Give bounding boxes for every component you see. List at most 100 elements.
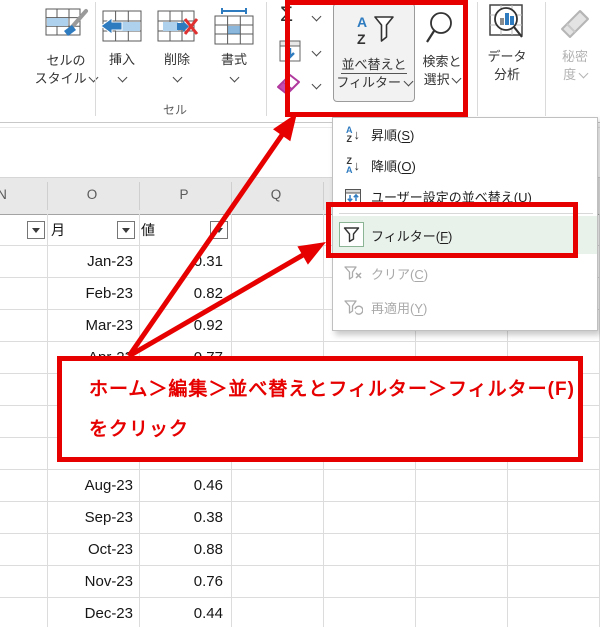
menu-item-filter[interactable]: フィルター(F) xyxy=(333,216,597,254)
clear-filter-icon xyxy=(342,263,364,285)
cell-styles-label-line1: セルの xyxy=(46,52,85,70)
menu-item-custom-sort[interactable]: ユーザー設定の並べ替え(U) xyxy=(333,181,597,212)
autosum-icon: Σ xyxy=(280,3,293,26)
group-divider xyxy=(95,2,96,116)
header-cell-month[interactable]: 月 xyxy=(51,214,65,246)
chevron-down-icon xyxy=(229,73,239,83)
col-separator xyxy=(139,182,140,210)
format-cells-icon xyxy=(212,8,256,51)
ribbon: セルの スタイル 挿入 xyxy=(0,0,600,128)
cell-month[interactable]: Aug-23 xyxy=(47,470,133,502)
chevron-down-icon xyxy=(578,69,588,79)
cell-styles-button[interactable]: セルの スタイル xyxy=(30,3,102,88)
fill-button[interactable] xyxy=(279,40,301,67)
find-select-button[interactable]: 検索と 選択 xyxy=(414,3,470,100)
table-row[interactable]: Sep-23 0.38 xyxy=(0,502,600,534)
col-separator xyxy=(323,182,324,210)
cell-value[interactable]: 0.76 xyxy=(139,566,223,598)
table-row[interactable]: Oct-23 0.88 xyxy=(0,534,600,566)
sensitivity-label-line2: 度 xyxy=(563,67,576,82)
filter-dropdown-button-value[interactable] xyxy=(210,221,228,239)
menu-item-sort-descending[interactable]: ZA↓ 降順(O) xyxy=(333,150,597,181)
chevron-down-icon xyxy=(172,73,182,83)
menu-item-reapply-filter: 再適用(Y) xyxy=(333,292,597,323)
table-row[interactable]: Aug-23 0.46 xyxy=(0,470,600,502)
header-cell-value[interactable]: 値 xyxy=(141,214,155,246)
dropdown-arrow-icon xyxy=(122,228,130,233)
autosum-button[interactable]: Σ xyxy=(280,4,293,26)
annotation-callout: ホーム＞編集＞並べ替えとフィルター＞フィルター(F) をクリック xyxy=(57,356,583,462)
sort-ascending-icon: AZ↓ xyxy=(342,124,364,146)
cell-value[interactable]: 0.44 xyxy=(139,598,223,627)
sensitivity-icon xyxy=(554,3,596,48)
cell-month[interactable]: Jan-23 xyxy=(47,246,133,278)
menu-separator xyxy=(339,213,593,214)
col-letter-P[interactable]: P xyxy=(152,187,216,202)
cell-month[interactable]: Dec-23 xyxy=(47,598,133,627)
find-select-label-line1: 検索と xyxy=(422,53,461,71)
delete-cells-icon xyxy=(155,8,199,51)
filter-dropdown-button-colN[interactable] xyxy=(27,221,45,239)
excel-screenshot: N O P Q 月 値 Jan-23 0.31 Feb-23 0.82 Mar-… xyxy=(0,0,600,627)
sensitivity-label-line1: 秘密 xyxy=(562,48,588,66)
data-analysis-label-line1: データ xyxy=(487,48,526,66)
eraser-icon xyxy=(275,83,301,100)
sort-filter-icon: A Z xyxy=(352,11,396,56)
col-letter-Q[interactable]: Q xyxy=(244,187,308,202)
table-row[interactable]: Nov-23 0.76 xyxy=(0,566,600,598)
cell-value[interactable]: 0.46 xyxy=(139,470,223,502)
sort-filter-button[interactable]: A Z 並べ替えと フィルター xyxy=(333,3,415,102)
group-divider xyxy=(266,2,267,116)
format-button[interactable]: 書式 xyxy=(211,8,257,81)
sort-filter-label-line1: 並べ替えと xyxy=(341,57,406,74)
cell-value[interactable]: 0.92 xyxy=(139,310,223,342)
cell-month[interactable]: Feb-23 xyxy=(47,278,133,310)
col-letter-O[interactable]: O xyxy=(60,187,124,202)
cells-group-label: セル xyxy=(150,101,200,118)
clear-button[interactable] xyxy=(275,72,301,101)
sort-filter-label-line2: フィルター xyxy=(336,75,401,90)
menu-item-clear-filter: クリア(C) xyxy=(333,258,597,289)
cell-value[interactable]: 0.82 xyxy=(139,278,223,310)
cell-month[interactable]: Sep-23 xyxy=(47,502,133,534)
col-separator xyxy=(231,182,232,210)
format-label: 書式 xyxy=(221,51,247,69)
chevron-down-icon[interactable] xyxy=(312,12,322,22)
annotation-text-line2: をクリック xyxy=(89,414,189,441)
chevron-down-icon xyxy=(452,74,462,84)
cell-value[interactable]: 0.38 xyxy=(139,502,223,534)
cell-value[interactable]: 0.88 xyxy=(139,534,223,566)
custom-sort-icon xyxy=(342,186,364,208)
chevron-down-icon[interactable] xyxy=(312,80,322,90)
reapply-filter-icon xyxy=(342,297,364,319)
chevron-down-icon[interactable] xyxy=(312,47,322,57)
menu-item-sort-ascending[interactable]: AZ↓ 昇順(S) xyxy=(333,119,597,150)
cell-value[interactable]: 0.31 xyxy=(139,246,223,278)
delete-label: 削除 xyxy=(164,51,190,69)
find-select-label-line2: 選択 xyxy=(424,72,450,87)
cell-styles-icon xyxy=(42,3,90,52)
group-divider xyxy=(477,2,478,116)
cell-month[interactable]: Mar-23 xyxy=(47,310,133,342)
sort-descending-icon: ZA↓ xyxy=(342,155,364,177)
sort-filter-dropdown-menu: AZ↓ 昇順(S) ZA↓ 降順(O) ユーザー設定の並べ替え(U) xyxy=(332,117,598,331)
cell-styles-label-line2: スタイル xyxy=(35,71,87,86)
sensitivity-button: 秘密 度 xyxy=(550,3,600,84)
cell-month[interactable]: Oct-23 xyxy=(47,534,133,566)
dropdown-arrow-icon xyxy=(215,228,223,233)
delete-button[interactable]: 削除 xyxy=(154,8,200,81)
search-icon xyxy=(425,10,459,53)
filter-icon xyxy=(339,222,364,247)
cell-month[interactable]: Nov-23 xyxy=(47,566,133,598)
data-analysis-icon xyxy=(488,3,526,48)
svg-text:A: A xyxy=(357,14,367,30)
insert-button[interactable]: 挿入 xyxy=(99,8,145,81)
annotation-text-line1: ホーム＞編集＞並べ替えとフィルター＞フィルター(F) xyxy=(89,374,575,401)
col-separator xyxy=(47,182,48,210)
data-analysis-button[interactable]: データ 分析 xyxy=(482,3,532,84)
table-row[interactable]: Dec-23 0.44 xyxy=(0,598,600,627)
chevron-down-icon xyxy=(403,77,413,87)
filter-dropdown-button-month[interactable] xyxy=(117,221,135,239)
col-letter-N[interactable]: N xyxy=(0,187,34,202)
chevron-down-icon xyxy=(117,73,127,83)
